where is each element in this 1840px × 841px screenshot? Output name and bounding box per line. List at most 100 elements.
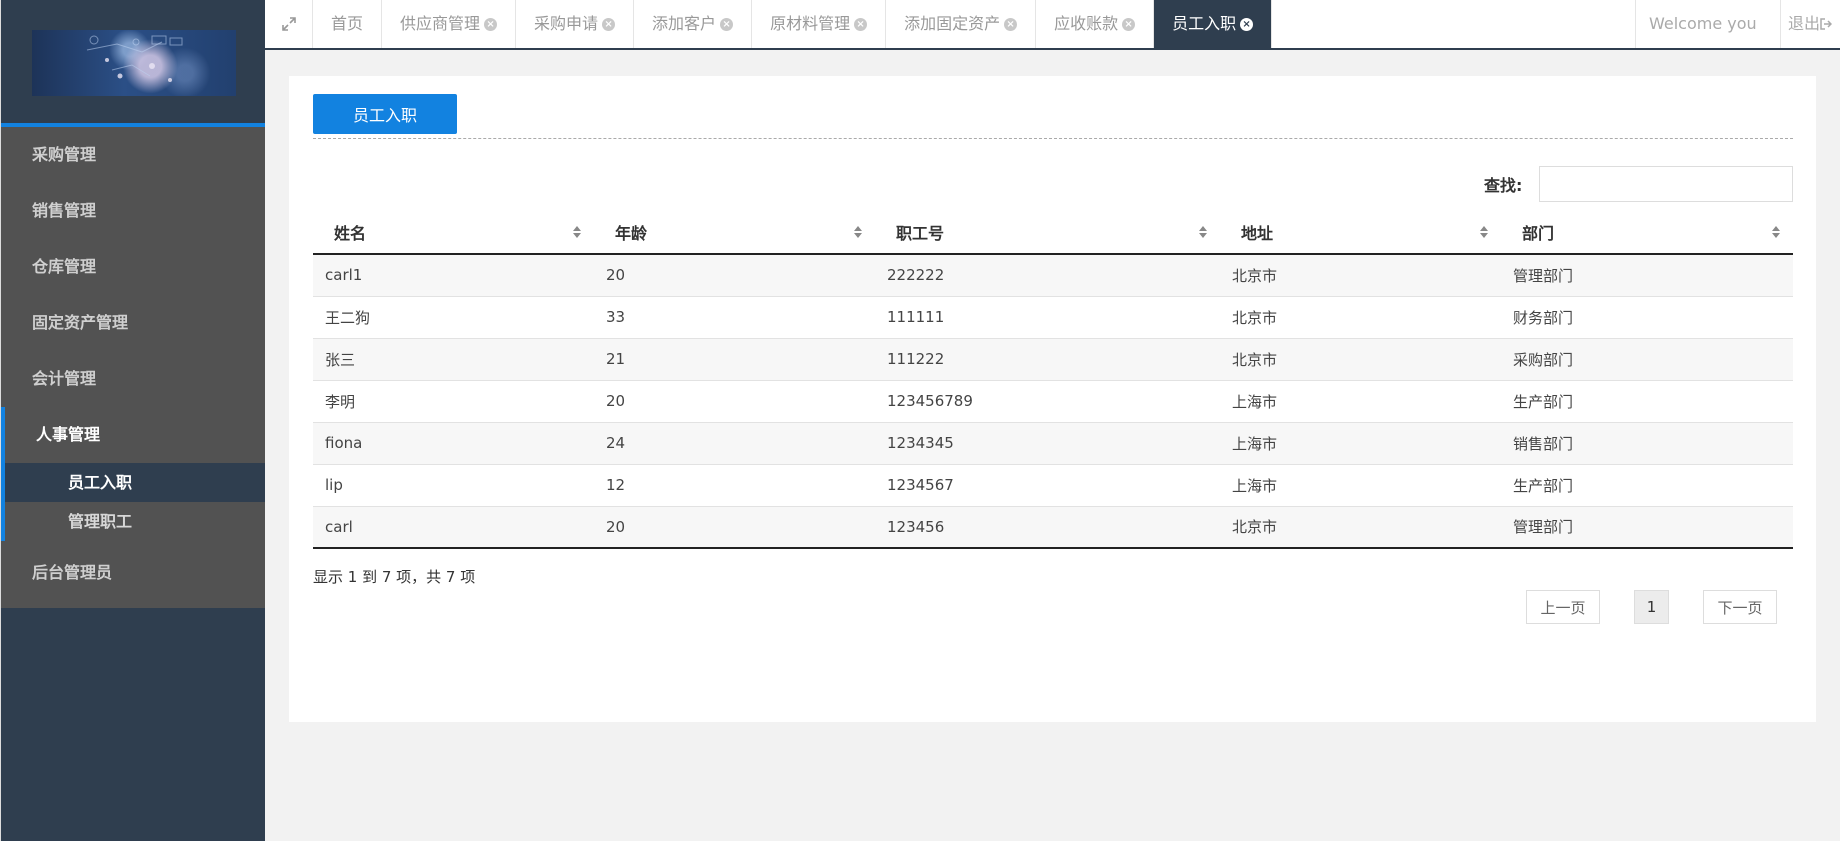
sort-icon: [1480, 226, 1488, 238]
tab-label: 原材料管理: [770, 14, 851, 33]
column-header-address[interactable]: 地址: [1220, 210, 1501, 255]
cell-age: 12: [594, 464, 875, 507]
column-header-label: 姓名: [334, 223, 367, 243]
close-icon[interactable]: ×: [602, 17, 616, 31]
cell-department: 管理部门: [1501, 254, 1793, 297]
tab-label: 添加客户: [652, 14, 717, 33]
tab-purchase-request[interactable]: 采购申请 ×: [516, 0, 635, 48]
tab-label: 应收账款: [1054, 14, 1119, 33]
table-row: 李明 20 123456789 上海市 生产部门: [313, 380, 1793, 423]
cell-employee-id: 1234345: [875, 422, 1220, 465]
cell-department: 生产部门: [1501, 464, 1793, 507]
sort-icon: [573, 226, 581, 238]
tab-bar: 首页 供应商管理 × 采购申请 × 添加客户 × 原材料管理 × 添加固定资产 …: [265, 0, 1840, 50]
column-header-employee-id[interactable]: 职工号: [875, 210, 1220, 255]
column-header-department[interactable]: 部门: [1501, 210, 1793, 255]
cell-department: 采购部门: [1501, 338, 1793, 381]
sidebar-item-sales[interactable]: 销售管理: [1, 183, 265, 239]
tab-label: 采购申请: [534, 14, 599, 33]
sidebar-item-warehouse[interactable]: 仓库管理: [1, 239, 265, 295]
cell-employee-id: 222222: [875, 254, 1220, 297]
cell-employee-id: 111111: [875, 296, 1220, 339]
cell-age: 20: [594, 380, 875, 423]
cell-employee-id: 1234567: [875, 464, 1220, 507]
cell-department: 管理部门: [1501, 506, 1793, 549]
sort-icon: [1772, 226, 1780, 238]
cell-employee-id: 123456: [875, 506, 1220, 549]
add-employee-button[interactable]: 员工入职: [313, 94, 457, 134]
close-icon[interactable]: ×: [1122, 17, 1136, 31]
tab-label: 员工入职: [1172, 14, 1237, 33]
cell-name: fiona: [313, 422, 594, 465]
close-icon[interactable]: ×: [854, 17, 868, 31]
table-row: carl1 20 222222 北京市 管理部门: [313, 254, 1793, 297]
column-header-label: 年龄: [615, 223, 648, 243]
sidebar: 采购管理 销售管理 仓库管理 固定资产管理 会计管理 人事管理 员工入职 管理职…: [0, 0, 265, 841]
cell-address: 北京市: [1220, 254, 1501, 297]
tab-raw-materials[interactable]: 原材料管理 ×: [752, 0, 887, 48]
next-page-button[interactable]: 下一页: [1703, 590, 1777, 624]
cell-name: carl1: [313, 254, 594, 297]
column-header-name[interactable]: 姓名: [313, 210, 594, 255]
cell-age: 33: [594, 296, 875, 339]
close-icon[interactable]: ×: [1240, 17, 1254, 31]
expand-icon: [281, 17, 296, 31]
column-header-label: 部门: [1522, 223, 1555, 243]
close-icon[interactable]: ×: [484, 17, 498, 31]
welcome-text: Welcome you: [1635, 0, 1780, 48]
cell-department: 生产部门: [1501, 380, 1793, 423]
tab-label: 首页: [331, 14, 364, 33]
sort-icon: [854, 226, 862, 238]
fullscreen-button[interactable]: [265, 0, 313, 48]
sort-icon: [1199, 226, 1207, 238]
sidebar-subitem-onboarding[interactable]: 员工入职: [5, 463, 265, 502]
cell-address: 北京市: [1220, 338, 1501, 381]
header-right: Welcome you 退出: [1635, 0, 1840, 48]
tab-receivables[interactable]: 应收账款 ×: [1036, 0, 1155, 48]
column-header-age[interactable]: 年龄: [594, 210, 875, 255]
column-header-label: 职工号: [896, 223, 945, 243]
cell-address: 上海市: [1220, 380, 1501, 423]
sidebar-item-admin[interactable]: 后台管理员: [1, 541, 265, 604]
logout-label: 退出: [1788, 14, 1821, 33]
page-number-button[interactable]: 1: [1634, 590, 1669, 624]
close-icon[interactable]: ×: [720, 17, 734, 31]
tab-onboarding[interactable]: 员工入职 ×: [1154, 0, 1273, 48]
table-header-row: 姓名 年龄 职工号 地址 部门: [313, 210, 1793, 255]
cell-employee-id: 111222: [875, 338, 1220, 381]
tab-add-customer[interactable]: 添加客户 ×: [634, 0, 753, 48]
content-panel: 员工入职 查找: 姓名 年龄 职工号 地址 部门 carl1 20 222222…: [289, 76, 1816, 722]
cell-employee-id: 123456789: [875, 380, 1220, 423]
sidebar-subitem-manage-staff[interactable]: 管理职工: [5, 502, 265, 541]
logout-icon: [1820, 18, 1833, 30]
sidebar-menu: 采购管理 销售管理 仓库管理 固定资产管理 会计管理 人事管理 员工入职 管理职…: [1, 127, 265, 608]
cell-age: 20: [594, 506, 875, 549]
table-row: carl 20 123456 北京市 管理部门: [313, 506, 1793, 549]
cell-name: 张三: [313, 338, 594, 381]
cell-department: 财务部门: [1501, 296, 1793, 339]
sidebar-item-fixed-assets[interactable]: 固定资产管理: [1, 295, 265, 351]
close-icon[interactable]: ×: [1004, 17, 1018, 31]
cell-address: 上海市: [1220, 422, 1501, 465]
column-header-label: 地址: [1241, 223, 1274, 243]
tab-supplier[interactable]: 供应商管理 ×: [382, 0, 517, 48]
tab-home[interactable]: 首页: [313, 0, 383, 48]
prev-page-button[interactable]: 上一页: [1526, 590, 1600, 624]
sidebar-item-accounting[interactable]: 会计管理: [1, 351, 265, 407]
cell-name: lip: [313, 464, 594, 507]
table-row: 王二狗 33 111111 北京市 财务部门: [313, 296, 1793, 339]
sidebar-item-purchase[interactable]: 采购管理: [1, 127, 265, 183]
logout-button[interactable]: 退出: [1780, 0, 1840, 48]
tab-label: 供应商管理: [400, 14, 481, 33]
cell-address: 北京市: [1220, 506, 1501, 549]
table-row: lip 12 1234567 上海市 生产部门: [313, 464, 1793, 507]
cell-address: 上海市: [1220, 464, 1501, 507]
sidebar-item-hr[interactable]: 人事管理: [1, 407, 265, 463]
table-row: 张三 21 111222 北京市 采购部门: [313, 338, 1793, 381]
search-input[interactable]: [1539, 166, 1793, 202]
employee-table: 姓名 年龄 职工号 地址 部门 carl1 20 222222 北京市 管理部门…: [313, 210, 1793, 549]
cell-address: 北京市: [1220, 296, 1501, 339]
cell-age: 20: [594, 254, 875, 297]
logo-image: [32, 30, 236, 96]
tab-add-fixed-asset[interactable]: 添加固定资产 ×: [886, 0, 1037, 48]
